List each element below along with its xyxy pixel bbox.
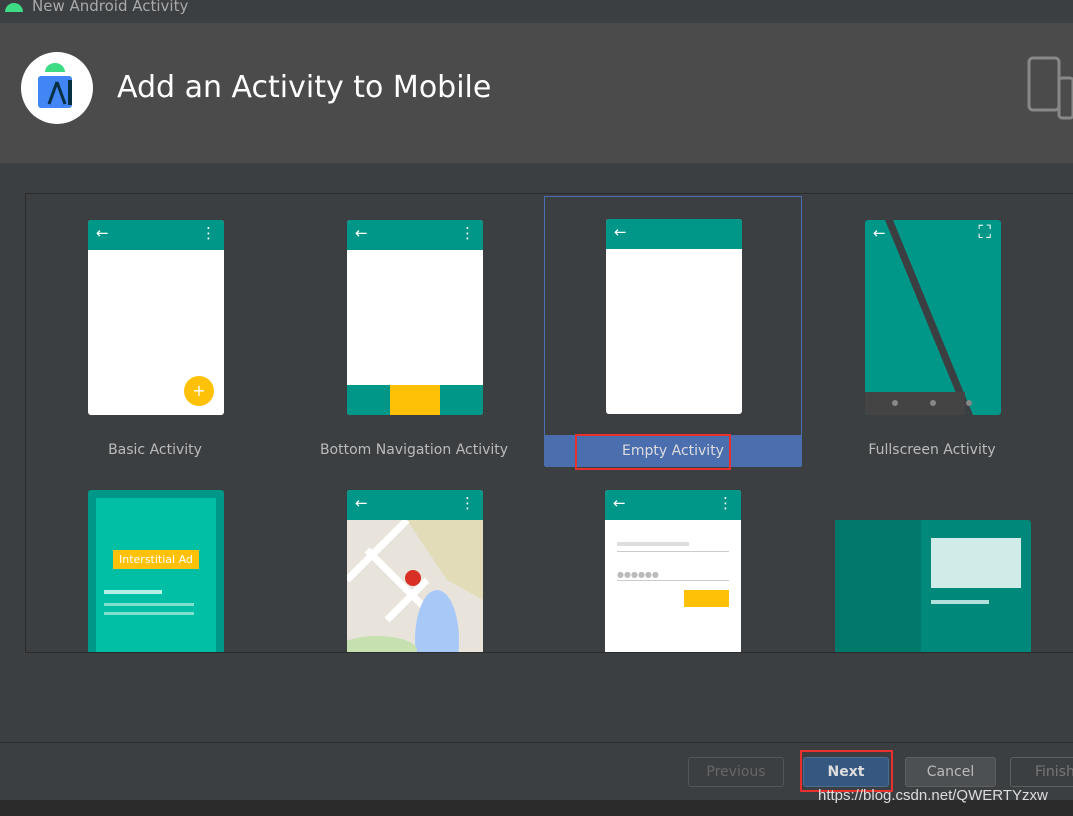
back-arrow-icon: ← [355,224,368,242]
page-title: Add an Activity to Mobile [117,70,492,105]
template-preview [835,520,1031,652]
overflow-menu-icon: ⋮ [460,494,475,512]
overflow-menu-icon: ⋮ [718,494,733,512]
template-preview: ← ⋮ + [88,220,224,415]
template-bottom-navigation-activity[interactable]: ← ⋮ Bottom Navigation Activity [285,196,543,466]
placeholder-line [931,600,989,604]
template-preview: ← [606,219,742,414]
template-basic-activity[interactable]: ← ⋮ + Basic Activity [26,196,284,466]
divider [0,742,1073,743]
template-preview: Interstitial Ad [88,490,224,652]
header: Add an Activity to Mobile [0,23,1073,163]
template-label: Fullscreen Activity [868,442,996,458]
highlight-box [575,434,731,470]
template-label: Bottom Navigation Activity [319,442,509,458]
window-title: New Android Activity [32,0,189,15]
template-preview: ← ⋮ ●●●●●● [605,490,741,652]
overflow-menu-icon: ⋮ [460,224,475,242]
back-arrow-icon: ← [614,223,627,241]
ad-panel [96,498,216,652]
app-bar: ← ⋮ [88,220,224,250]
map-pin-icon [405,570,421,586]
template-gallery: ← ⋮ + Basic Activity ← ⋮ Bottom Navigation… [25,193,1073,653]
app-bar: ← ⋮ [347,490,483,520]
fullscreen-icon: ⛶ [978,222,991,243]
devices-icon [1027,56,1073,120]
template-master-detail-flow[interactable] [803,466,1061,652]
cancel-button[interactable]: Cancel [905,757,996,787]
submit-button-preview [684,590,729,607]
app-bar: ← ⋮ [347,220,483,250]
template-interstitial-ad[interactable]: Interstitial Ad [26,466,284,652]
overflow-menu-icon: ⋮ [201,224,216,242]
template-empty-activity[interactable]: ← Empty Activity [544,196,802,470]
finish-button[interactable]: Finish [1010,757,1073,787]
app-bar: ← [606,219,742,249]
field-underline [617,551,729,552]
template-preview: ← ⋮ [347,490,483,652]
template-google-maps-activity[interactable]: ← ⋮ [285,466,543,652]
app-bar: ← ⋮ [605,490,741,520]
template-login-activity[interactable]: ← ⋮ ●●●●●● [544,466,802,652]
android-studio-logo-icon [21,52,93,124]
previous-button[interactable]: Previous [688,757,784,787]
ad-badge: Interstitial Ad [113,550,199,569]
template-preview: ← ⛶ [865,220,1001,415]
template-preview: ← ⋮ [347,220,483,415]
android-icon [5,3,23,12]
master-list-pane [835,520,921,652]
placeholder-line [104,603,194,606]
highlight-box [800,750,893,792]
map-preview-graphic [347,517,483,652]
placeholder-line [104,612,194,615]
placeholder-line [104,590,162,594]
watermark: https://blog.csdn.net/QWERTYzxw [818,787,1048,804]
template-label: Basic Activity [108,442,202,458]
fab-icon: + [184,376,214,406]
template-fullscreen-activity[interactable]: ← ⛶ Fullscreen Activity [803,196,1061,466]
password-dots: ●●●●●● [617,570,659,579]
title-bar: New Android Activity [0,0,1073,23]
fullscreen-preview-graphic [865,220,973,415]
back-arrow-icon: ← [355,494,368,512]
detail-image-placeholder [931,538,1021,588]
placeholder-line [617,542,689,546]
back-arrow-icon: ← [873,224,886,242]
field-underline [617,580,729,581]
bottom-navigation-active-item [390,385,440,415]
back-arrow-icon: ← [613,494,626,512]
back-arrow-icon: ← [96,224,109,242]
